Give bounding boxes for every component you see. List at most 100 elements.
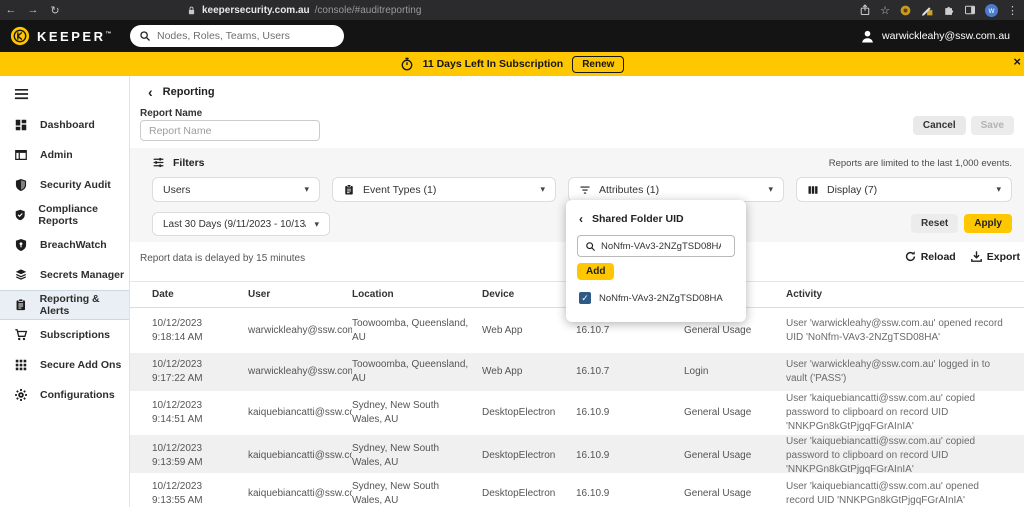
- table-row[interactable]: 10/12/2023 9:14:51 AM kaiquebiancatti@ssw.…: [130, 391, 1024, 435]
- reload-label: Reload: [920, 250, 956, 263]
- bookmark-star-icon[interactable]: ☆: [880, 4, 890, 17]
- display-dropdown-value: Display (7): [827, 183, 878, 196]
- cell-user: kaiquebiancatti@ssw.com....: [248, 407, 352, 418]
- cell-category: General Usage: [684, 407, 752, 418]
- sidebar-item-subscriptions[interactable]: Subscriptions: [0, 320, 129, 350]
- keeper-logo[interactable]: KEEPER™: [10, 26, 114, 46]
- gear-icon: [15, 389, 27, 401]
- cell-user: warwickleahy@ssw.com.au: [248, 324, 352, 336]
- address-bar[interactable]: keepersecurity.com.au/console/#auditrepo…: [186, 5, 421, 16]
- sidebar-item-configurations[interactable]: Configurations: [0, 380, 129, 410]
- browser-profile-avatar[interactable]: w: [985, 3, 998, 17]
- extensions-puzzle-icon[interactable]: [943, 4, 955, 16]
- account-email: warwickleahy@ssw.com.au: [882, 30, 1010, 42]
- global-search[interactable]: [130, 25, 344, 47]
- cell-activity: User 'warwickleahy@ssw.com.au' opened re…: [786, 317, 1003, 343]
- attributes-dropdown[interactable]: Attributes (1) ▾: [568, 177, 784, 202]
- uid-option-label: NoNfm-VAv3-2NZgTSD08HA: [599, 292, 723, 304]
- table-row[interactable]: 10/12/2023 9:17:22 AM warwickleahy@ssw.com…: [130, 353, 1024, 391]
- sidebar-item-label: Admin: [40, 149, 73, 161]
- keeper-logo-icon: [10, 26, 30, 46]
- event-types-dropdown[interactable]: Event Types (1) ▾: [332, 177, 556, 202]
- cell-device: DesktopElectron: [482, 450, 556, 461]
- sidebar-item-breachwatch[interactable]: BreachWatch: [0, 230, 129, 260]
- renew-button[interactable]: Renew: [572, 55, 625, 73]
- column-header: Activity: [786, 289, 823, 300]
- event-types-dropdown-value: Event Types (1): [363, 183, 437, 196]
- back-to-reporting[interactable]: ‹ Reporting: [148, 85, 215, 99]
- cell-date: 10/12/2023 9:13:59 AM: [152, 443, 203, 468]
- cell-device: DesktopElectron: [482, 488, 556, 499]
- column-header: Device: [482, 289, 515, 300]
- side-panel-icon[interactable]: [964, 4, 976, 16]
- reload-page-icon[interactable]: ↻: [44, 4, 66, 17]
- share-icon[interactable]: [859, 4, 871, 16]
- reset-button[interactable]: Reset: [910, 214, 959, 233]
- users-dropdown[interactable]: Users ▾: [152, 177, 320, 202]
- display-dropdown[interactable]: Display (7) ▾: [796, 177, 1012, 202]
- cell-user: kaiquebiancatti@ssw.com....: [248, 450, 352, 461]
- account-menu[interactable]: warwickleahy@ssw.com.au: [860, 20, 1010, 52]
- cell-location: Sydney, New South Wales, AU: [352, 443, 440, 468]
- cell-device: Web App: [482, 324, 523, 336]
- limit-note: Reports are limited to the last 1,000 ev…: [828, 158, 1012, 169]
- popup-search[interactable]: [577, 235, 735, 257]
- uid-option-row[interactable]: ✓ NoNfm-VAv3-2NZgTSD08HA: [579, 292, 723, 304]
- sidebar-item-reporting-alerts[interactable]: Reporting & Alerts: [0, 290, 129, 320]
- chevron-down-icon: ▾: [304, 184, 309, 194]
- popup-search-input[interactable]: [601, 240, 721, 252]
- cell-activity: User 'kaiquebiancatti@ssw.com.au' copied…: [786, 393, 976, 432]
- cell-date: 10/12/2023 9:13:55 AM: [152, 481, 203, 506]
- layers-icon: [15, 269, 27, 280]
- table-row[interactable]: 10/12/2023 9:13:59 AM kaiquebiancatti@ssw.…: [130, 435, 1024, 475]
- report-name-input[interactable]: [140, 120, 320, 141]
- reload-button[interactable]: Reload: [904, 250, 956, 263]
- app-header: KEEPER™ warwickleahy@ssw.com.au: [0, 20, 1024, 52]
- hamburger-menu-icon[interactable]: [14, 88, 29, 100]
- table-row[interactable]: 10/12/2023 9:13:55 AM kaiquebiancatti@ssw.…: [130, 473, 1024, 507]
- cancel-button[interactable]: Cancel: [912, 116, 966, 135]
- column-header: Date: [152, 289, 174, 300]
- browser-menu-icon[interactable]: ⋮: [1007, 4, 1018, 17]
- sidebar-item-label: Configurations: [40, 389, 115, 401]
- cell-version: 16.10.7: [576, 324, 610, 336]
- sidebar-item-secure-add-ons[interactable]: Secure Add Ons: [0, 350, 129, 380]
- save-button[interactable]: Save: [970, 116, 1014, 135]
- banner-close-icon[interactable]: ×: [1013, 55, 1021, 68]
- cell-user: kaiquebiancatti@ssw.com....: [248, 488, 352, 499]
- sidebar-item-secrets-manager[interactable]: Secrets Manager: [0, 260, 129, 290]
- browser-bar: ← → ↻ keepersecurity.com.au/console/#aud…: [0, 0, 1024, 20]
- main-content: ‹ Reporting Report Name Cancel Save Filt…: [130, 76, 1024, 507]
- cell-category: General Usage: [684, 450, 752, 461]
- cell-version: 16.10.9: [576, 407, 610, 418]
- sidebar-item-label: Compliance Reports: [38, 203, 98, 227]
- keeper-extension-icon[interactable]: [899, 4, 912, 17]
- date-range-dropdown[interactable]: Last 30 Days (9/11/2023 - 10/13/2023) ▾: [152, 212, 330, 236]
- users-dropdown-value: Users: [163, 183, 191, 196]
- url-path: /console/#auditreporting: [314, 4, 422, 16]
- cell-date: 10/12/2023 9:14:51 AM: [152, 400, 203, 425]
- checked-checkbox-icon[interactable]: ✓: [579, 292, 591, 304]
- global-search-input[interactable]: [157, 30, 317, 42]
- popup-back[interactable]: ‹ Shared Folder UID: [579, 213, 684, 225]
- forward-icon[interactable]: →: [22, 4, 44, 16]
- search-icon: [586, 241, 596, 251]
- export-label: Export: [986, 250, 1020, 263]
- cell-device: DesktopElectron: [482, 407, 556, 418]
- pen-extension-icon[interactable]: [921, 4, 934, 17]
- column-header: User: [248, 289, 271, 300]
- sidebar-item-dashboard[interactable]: Dashboard: [0, 110, 129, 140]
- sidebar-item-label: Reporting & Alerts: [39, 293, 100, 317]
- apply-button[interactable]: Apply: [964, 214, 1012, 233]
- popup-title: Shared Folder UID: [592, 213, 684, 225]
- add-button[interactable]: Add: [577, 263, 615, 280]
- sidebar-item-security-audit[interactable]: Security Audit: [0, 170, 129, 200]
- attributes-dropdown-value: Attributes (1): [599, 183, 660, 196]
- sidebar-item-compliance-reports[interactable]: Compliance Reports: [0, 200, 129, 230]
- banner-message: 11 Days Left In Subscription: [422, 58, 564, 70]
- sidebar-item-label: Subscriptions: [40, 329, 111, 341]
- export-button[interactable]: Export: [970, 250, 1020, 263]
- clipboard-icon: [16, 298, 26, 311]
- back-icon[interactable]: ←: [0, 4, 22, 16]
- sidebar-item-admin[interactable]: Admin: [0, 140, 129, 170]
